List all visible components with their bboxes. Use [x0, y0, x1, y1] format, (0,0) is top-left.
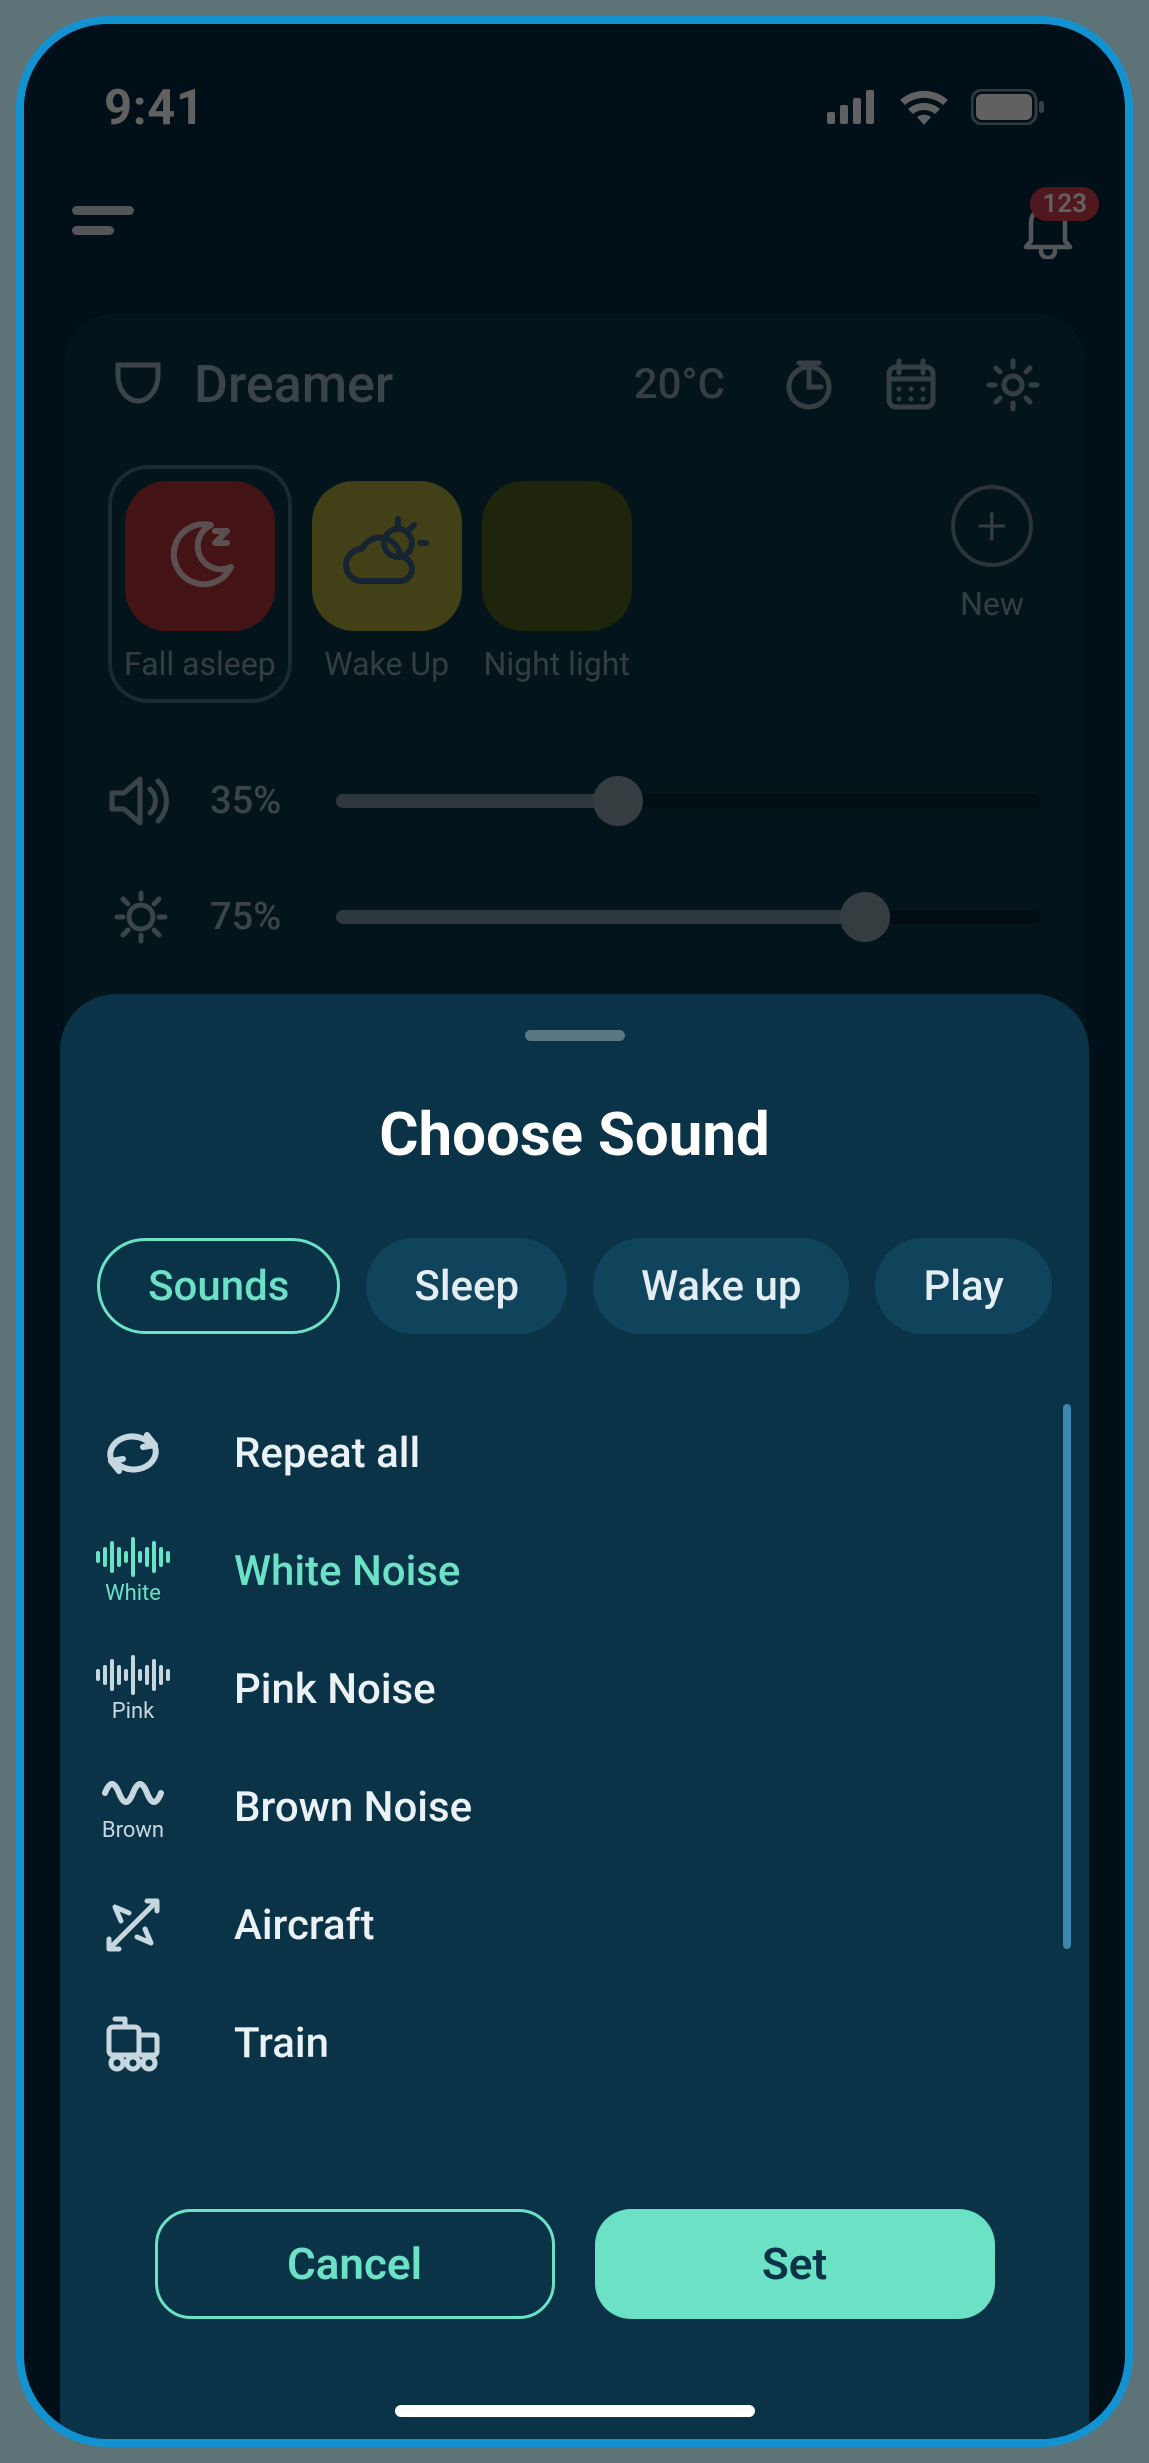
scrollbar[interactable]	[1063, 1404, 1071, 1949]
sheet-handle[interactable]	[525, 1030, 625, 1041]
tab-wake-up[interactable]: Wake up	[593, 1238, 849, 1334]
wave-icon: Pink	[94, 1655, 172, 1724]
sound-label: Pink Noise	[234, 1665, 436, 1714]
cancel-button[interactable]: Cancel	[155, 2209, 555, 2319]
sound-caption: Brown	[102, 1818, 164, 1843]
wave-icon: White	[94, 1537, 172, 1606]
set-button[interactable]: Set	[595, 2209, 995, 2319]
sound-caption: Pink	[112, 1699, 155, 1724]
choose-sound-sheet: Choose Sound Sounds Sleep Wake up Play R…	[60, 994, 1089, 2439]
sound-category-tabs: Sounds Sleep Wake up Play	[78, 1238, 1071, 1334]
sound-list: Repeat all White White Noise Pink Pink N…	[78, 1394, 1071, 2179]
sound-label: Train	[234, 2019, 329, 2068]
sheet-title: Choose Sound	[78, 1099, 1071, 1170]
sound-item-brown-noise[interactable]: Brown Brown Noise	[94, 1748, 1055, 1866]
repeat-icon	[94, 1425, 172, 1481]
sound-item-repeat-all[interactable]: Repeat all	[94, 1394, 1055, 1512]
sound-item-pink-noise[interactable]: Pink Pink Noise	[94, 1630, 1055, 1748]
tab-play[interactable]: Play	[875, 1238, 1051, 1334]
sound-caption: White	[105, 1581, 161, 1606]
sound-item-white-noise[interactable]: White White Noise	[94, 1512, 1055, 1630]
tab-sleep[interactable]: Sleep	[366, 1238, 567, 1334]
home-indicator[interactable]	[395, 2405, 755, 2417]
sound-item-train[interactable]: Train	[94, 1984, 1055, 2102]
train-icon	[94, 2013, 172, 2073]
sound-label: Brown Noise	[234, 1783, 472, 1832]
sound-label: White Noise	[234, 1547, 460, 1596]
sound-label: Repeat all	[234, 1429, 420, 1478]
tab-sounds[interactable]: Sounds	[97, 1238, 340, 1334]
sound-item-aircraft[interactable]: Aircraft	[94, 1866, 1055, 1984]
sound-label: Aircraft	[234, 1901, 375, 1950]
aircraft-icon	[94, 1893, 172, 1957]
wave-icon: Brown	[94, 1772, 172, 1843]
